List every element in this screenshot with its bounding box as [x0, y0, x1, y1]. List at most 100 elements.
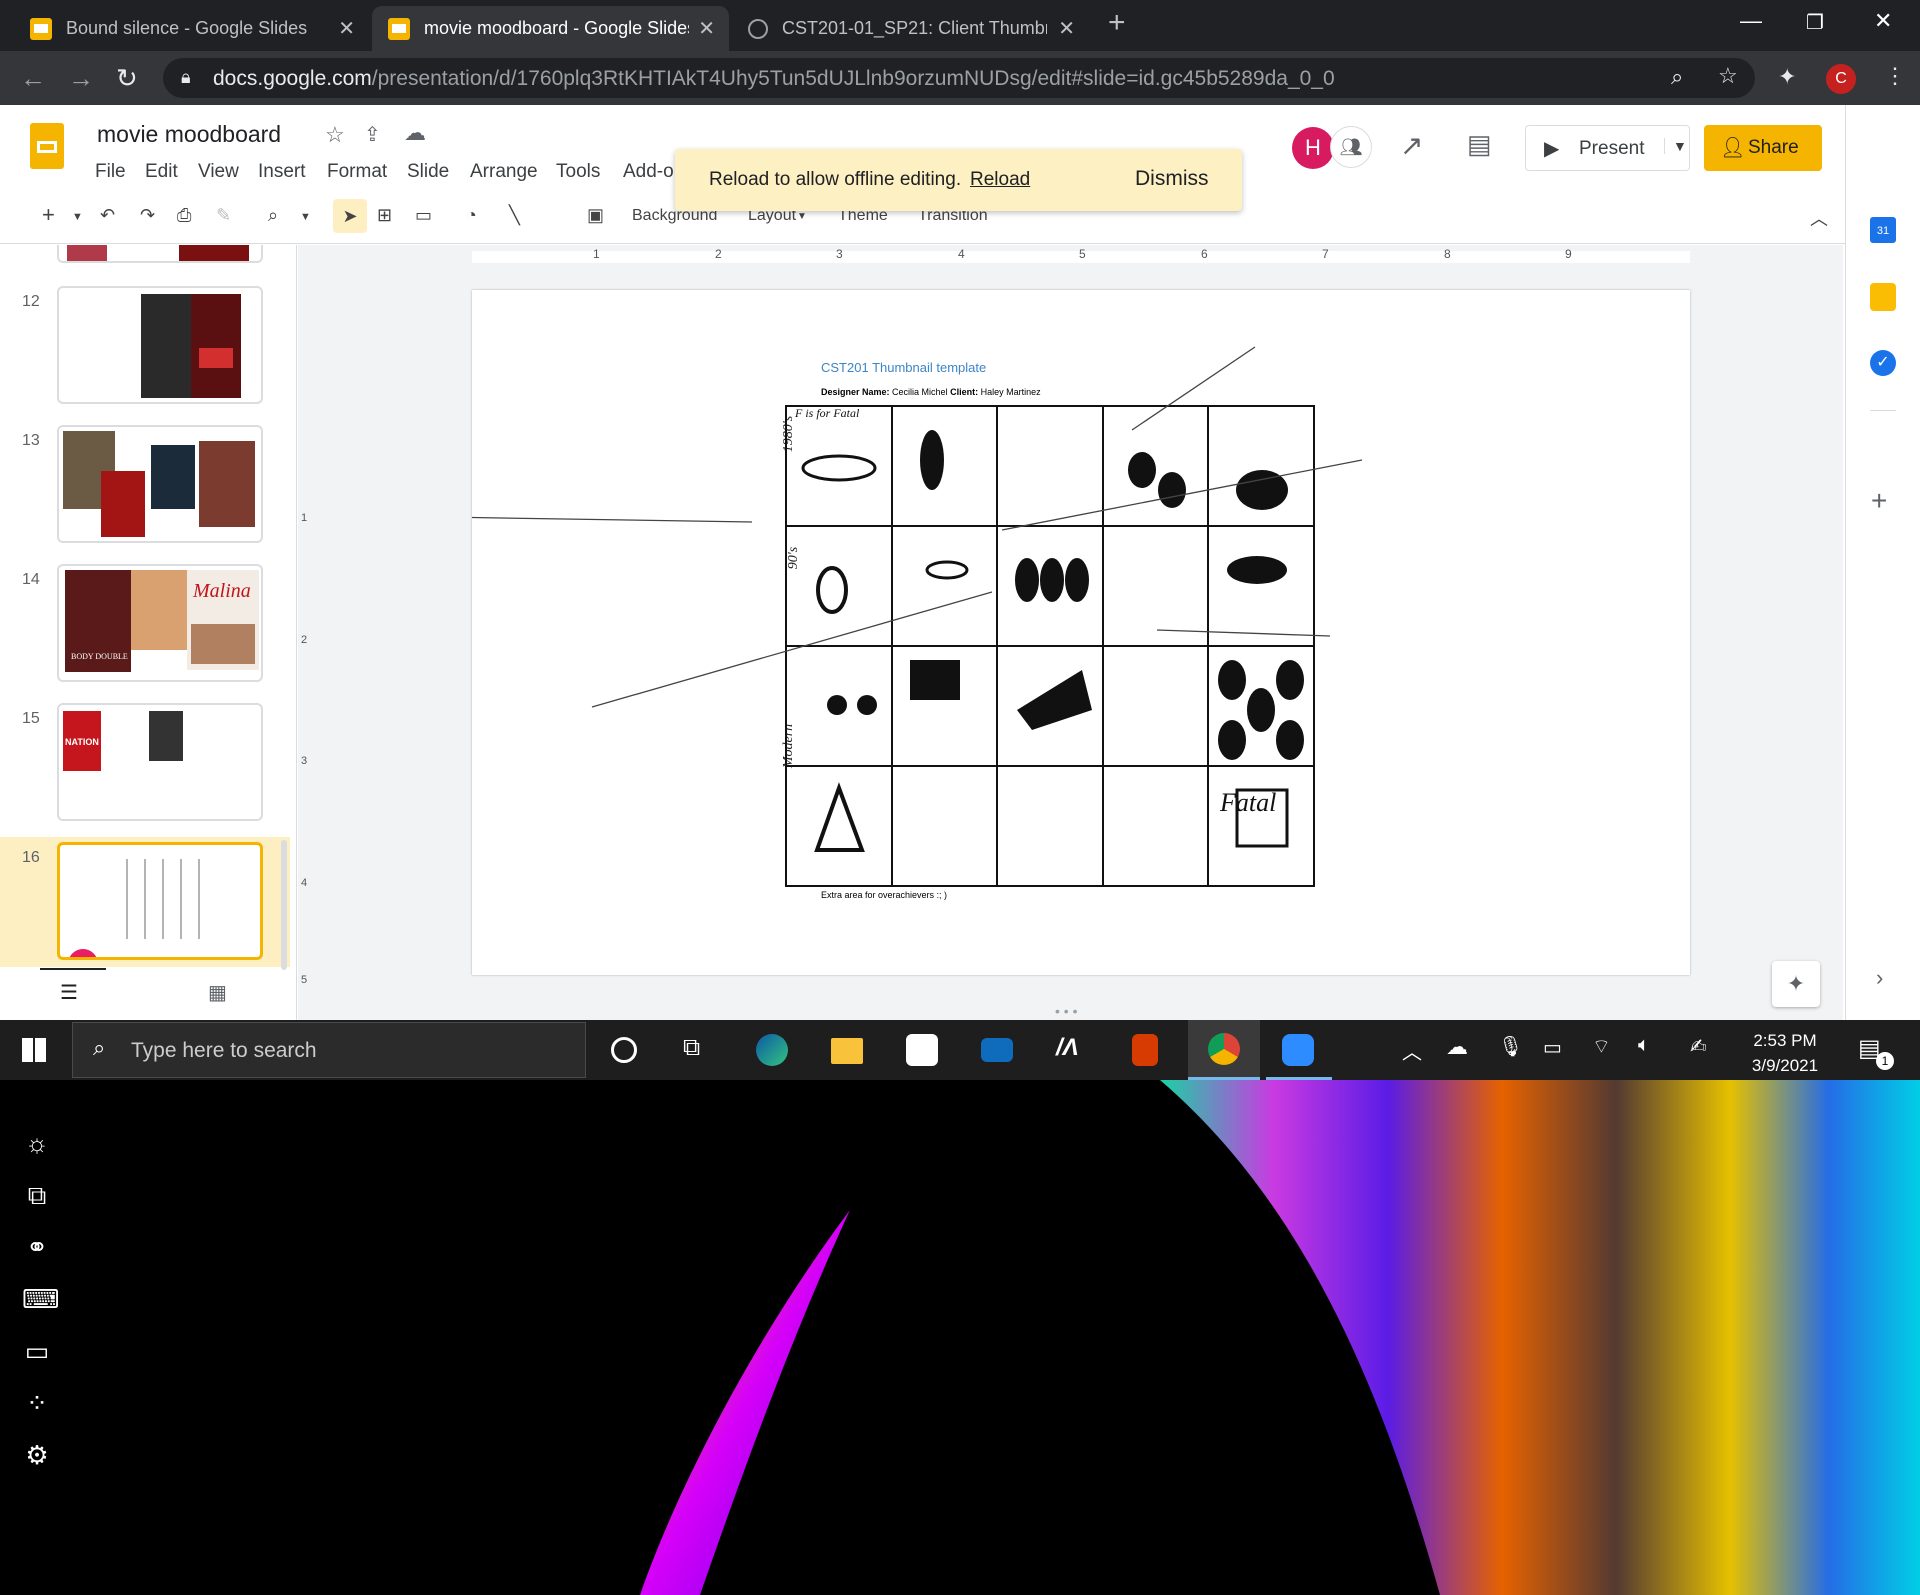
notes-drag-handle[interactable]: • • • — [1055, 1003, 1077, 1019]
wifi-icon[interactable]: ⌔ — [1592, 1034, 1611, 1059]
menu-view[interactable]: View — [198, 161, 239, 183]
tasks-icon[interactable]: ✓ — [1870, 350, 1896, 376]
close-icon[interactable]: ✕ — [338, 16, 355, 41]
reload-icon[interactable]: ↻ — [116, 63, 138, 94]
textbox-icon[interactable]: ⊞ — [377, 205, 392, 226]
volume-icon[interactable]: 🔈︎ — [1638, 1034, 1650, 1057]
menu-file[interactable]: File — [95, 161, 126, 183]
mail-icon[interactable] — [981, 1038, 1013, 1062]
cloud-icon[interactable]: ☁ — [404, 120, 426, 146]
slide-thumbnail-11[interactable] — [57, 245, 263, 263]
grid-view-icon[interactable]: ▦ — [208, 980, 227, 1005]
menu-tools[interactable]: Tools — [556, 161, 600, 183]
back-icon[interactable]: ← — [20, 63, 46, 94]
undo-icon[interactable]: ↶ — [100, 205, 115, 226]
link-icon[interactable]: ⚭ — [22, 1232, 52, 1262]
laptop-icon[interactable]: ▭ — [22, 1336, 52, 1366]
line-icon[interactable]: ╲ — [509, 205, 520, 226]
reload-link[interactable]: Reload — [970, 169, 1030, 191]
comment-icon[interactable]: ▤ — [1467, 129, 1492, 160]
address-bar[interactable]: 🔒︎ docs.google.com/presentation/d/1760pl… — [163, 58, 1755, 98]
tab-bound-silence[interactable]: Bound silence - Google Slides ✕ — [14, 6, 369, 51]
new-tab-icon[interactable]: + — [1108, 6, 1126, 40]
slide-thumbnail-12[interactable] — [57, 286, 263, 404]
pen-app-icon[interactable]: /Λ — [1056, 1034, 1079, 1062]
pen-workspace-icon[interactable]: ✍︎ — [1690, 1034, 1707, 1059]
tray-chevron-icon[interactable]: ︿ — [1402, 1036, 1422, 1065]
paint-format-icon[interactable]: ✎ — [216, 205, 231, 226]
office-icon[interactable] — [1132, 1034, 1158, 1066]
star-icon[interactable]: ☆ — [1718, 63, 1738, 89]
brightness-icon[interactable]: ☼ — [22, 1128, 52, 1158]
chevron-down-icon[interactable]: ▼ — [72, 211, 83, 223]
forward-icon[interactable]: → — [68, 63, 94, 94]
microphone-icon[interactable]: 🎙︎ — [1498, 1034, 1523, 1059]
battery-icon[interactable]: ▭ — [1543, 1035, 1562, 1060]
add-addon-icon[interactable]: + — [1871, 485, 1887, 517]
filmstrip-view-icon[interactable]: ☰ — [60, 980, 78, 1005]
star-icon[interactable]: ☆ — [325, 122, 345, 148]
slide-thumbnail-16[interactable] — [57, 842, 263, 960]
taskbar-clock[interactable]: 2:53 PM 3/9/2021 — [1735, 1028, 1835, 1078]
store-icon[interactable] — [906, 1034, 938, 1066]
menu-slide[interactable]: Slide — [407, 161, 449, 183]
present-button[interactable]: ▶ Present ▼ — [1525, 125, 1690, 171]
edge-icon[interactable] — [756, 1034, 788, 1066]
profile-avatar[interactable]: C — [1826, 64, 1856, 94]
explore-icon[interactable]: ✦ — [1772, 961, 1820, 1007]
tab-cst201[interactable]: CST201-01_SP21: Client Thumbnails ✕ — [732, 6, 1089, 51]
collapse-toolbar-icon[interactable]: ︿ — [1810, 205, 1828, 231]
screen-capture-icon[interactable]: ⧉ — [22, 1180, 52, 1210]
zoom-icon[interactable]: ⌕ — [1671, 64, 1683, 90]
close-icon[interactable]: ✕ — [698, 16, 715, 41]
present-dropdown-icon[interactable]: ▼ — [1664, 138, 1687, 154]
comment-add-icon[interactable]: ▣ — [587, 205, 604, 226]
image-icon[interactable]: ▭ — [415, 205, 432, 226]
chrome-taskbar-button[interactable] — [1188, 1020, 1260, 1080]
close-icon[interactable]: ✕ — [1058, 16, 1075, 41]
menu-insert[interactable]: Insert — [258, 161, 306, 183]
collaborator-avatar[interactable]: H — [1292, 127, 1334, 169]
current-slide[interactable]: CST201 Thumbnail template Designer Name:… — [472, 290, 1690, 975]
slide-thumbnail-14[interactable]: BODY DOUBLE Malina — [57, 564, 263, 682]
window-close-icon[interactable]: ✕ — [1874, 8, 1892, 34]
apps-icon[interactable]: ⁘ — [22, 1388, 52, 1418]
chevron-down-icon[interactable]: ▼ — [797, 211, 807, 222]
taskbar-search[interactable]: ⌕ Type here to search — [72, 1022, 586, 1078]
windows-icon[interactable] — [22, 1038, 46, 1062]
print-icon[interactable]: ⎙ — [177, 205, 191, 226]
zoom-icon[interactable]: ⌕ — [268, 205, 278, 226]
extensions-icon[interactable]: ✦ — [1778, 64, 1796, 90]
chevron-right-icon[interactable]: › — [1876, 965, 1883, 991]
shape-icon[interactable]: ◔ — [466, 205, 477, 226]
minimize-icon[interactable]: — — [1740, 8, 1762, 34]
menu-arrange[interactable]: Arrange — [470, 161, 538, 183]
slides-logo-icon[interactable] — [30, 123, 64, 169]
menu-format[interactable]: Format — [327, 161, 387, 183]
calendar-icon[interactable]: 31 — [1870, 217, 1896, 243]
new-slide-icon[interactable]: + — [42, 202, 55, 228]
slide-thumbnail-15[interactable]: NATION — [57, 703, 263, 821]
onedrive-icon[interactable]: ☁ — [1446, 1034, 1468, 1060]
collaborators-icon[interactable]: 👥︎ — [1330, 126, 1372, 168]
explorer-icon[interactable] — [831, 1038, 863, 1064]
share-button[interactable]: 👤︎ Share — [1704, 125, 1822, 171]
settings-icon[interactable]: ⚙ — [22, 1440, 52, 1470]
slide-thumbnail-13[interactable] — [57, 425, 263, 543]
trend-icon[interactable]: ↗ — [1400, 129, 1423, 162]
redo-icon[interactable]: ↷ — [140, 205, 155, 226]
filmstrip-scrollbar[interactable] — [281, 840, 287, 970]
menu-edit[interactable]: Edit — [145, 161, 178, 183]
zoom-app-icon[interactable] — [1282, 1034, 1314, 1066]
move-icon[interactable]: ⇪ — [364, 122, 381, 147]
dismiss-button[interactable]: Dismiss — [1135, 167, 1209, 191]
taskview-icon[interactable]: ⧉ — [683, 1034, 700, 1062]
keep-icon[interactable] — [1870, 283, 1896, 311]
cursor-icon[interactable]: ➤ — [333, 199, 367, 233]
restore-icon[interactable]: ❐ — [1806, 10, 1824, 35]
menu-addons[interactable]: Add-or — [623, 161, 680, 183]
tab-movie-moodboard[interactable]: movie moodboard - Google Slides ✕ — [372, 6, 729, 51]
chevron-down-icon[interactable]: ▼ — [300, 211, 311, 223]
doc-title[interactable]: movie moodboard — [97, 121, 281, 148]
menu-icon[interactable]: ⋮ — [1884, 63, 1906, 89]
